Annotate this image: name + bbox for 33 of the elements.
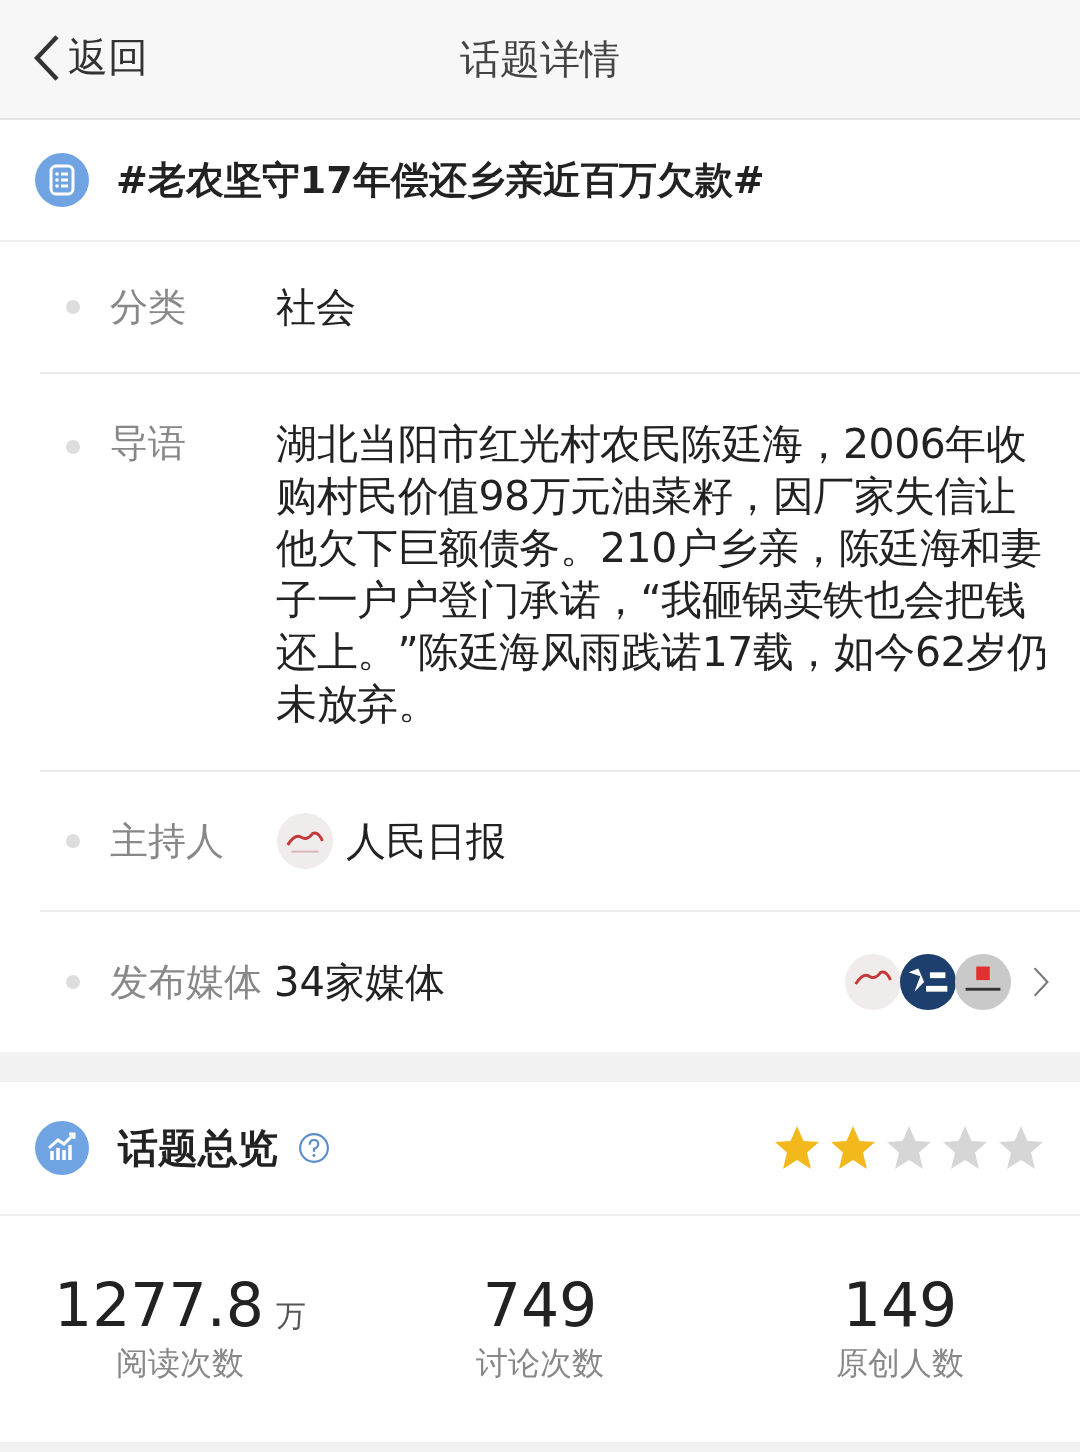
- bullet-dot: [66, 834, 80, 848]
- bullet-dot: [66, 300, 80, 314]
- stat-label: 讨论次数: [476, 1343, 604, 1384]
- section-title: 话题总览: [118, 1123, 278, 1173]
- help-icon[interactable]: [298, 1132, 330, 1164]
- topic-title: #老农坚守17年偿还乡亲近百万欠款#: [116, 156, 765, 204]
- chevron-right-icon: [1032, 966, 1050, 998]
- bullet-dot: [66, 975, 80, 989]
- stat-unit: 万: [275, 1297, 306, 1335]
- star-logo-icon: [899, 953, 957, 1011]
- stat-label: 原创人数: [836, 1343, 964, 1384]
- media-list-button[interactable]: [847, 953, 1050, 1011]
- chart-icon: [34, 1120, 90, 1176]
- host-name[interactable]: 人民日报: [346, 815, 506, 867]
- detail-label: 分类: [110, 283, 187, 331]
- detail-label: 发布媒体: [110, 958, 262, 1006]
- newspaper-logo-icon: [276, 812, 334, 870]
- detail-label: 导语: [110, 420, 187, 467]
- list-icon: [34, 152, 90, 208]
- detail-label: 主持人: [110, 817, 225, 865]
- back-label: 返回: [68, 34, 148, 81]
- page-title: 话题详情: [460, 34, 620, 84]
- detail-value: 湖北当阳市红光村农民陈廷海，2006年收购村民价值98万元油菜籽，因厂家失信让他欠下巨额债务。210户乡亲，陈廷海和妻子一户户登门承诺，“我砸锅卖铁也会把钱还上。”陈廷海风雨践诺17载，如今62岁仍未放弃。: [276, 419, 1048, 730]
- stat-label: 阅读次数: [116, 1343, 244, 1384]
- newspaper-logo-icon: [844, 953, 902, 1011]
- stat-value: 1277.8: [54, 1270, 264, 1340]
- media-count: 34家媒体: [274, 958, 446, 1007]
- stat-value: 749: [482, 1270, 598, 1340]
- seal-logo-icon: [954, 953, 1012, 1011]
- stat-value: 149: [842, 1270, 958, 1340]
- bullet-dot: [66, 440, 80, 454]
- detail-value: 社会: [276, 283, 356, 332]
- back-button[interactable]: 返回: [32, 30, 148, 85]
